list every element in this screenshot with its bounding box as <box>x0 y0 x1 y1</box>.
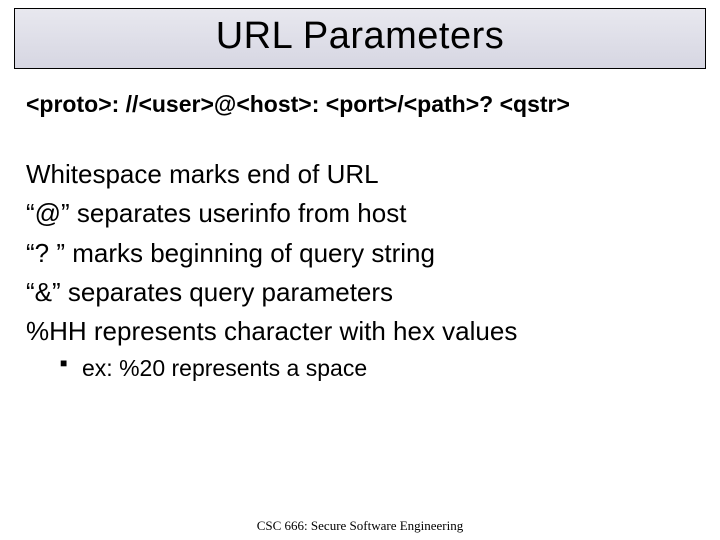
line-at-separator: “@” separates userinfo from host <box>26 197 694 230</box>
title-box: URL Parameters <box>14 8 706 69</box>
url-syntax-line: <proto>: //<user>@<host>: <port>/<path>?… <box>26 91 694 118</box>
sub-item-example: ex: %20 represents a space <box>60 354 694 384</box>
body-lines: Whitespace marks end of URL “@” separate… <box>26 158 694 348</box>
slide-content: <proto>: //<user>@<host>: <port>/<path>?… <box>0 69 720 384</box>
line-whitespace: Whitespace marks end of URL <box>26 158 694 191</box>
line-ampersand: “&” separates query parameters <box>26 276 694 309</box>
line-percent-hh: %HH represents character with hex values <box>26 315 694 348</box>
slide-footer: CSC 666: Secure Software Engineering <box>0 518 720 534</box>
slide-title: URL Parameters <box>15 15 705 58</box>
line-question-mark: “? ” marks beginning of query string <box>26 237 694 270</box>
slide: URL Parameters <proto>: //<user>@<host>:… <box>0 8 720 540</box>
sub-list: ex: %20 represents a space <box>60 354 694 384</box>
